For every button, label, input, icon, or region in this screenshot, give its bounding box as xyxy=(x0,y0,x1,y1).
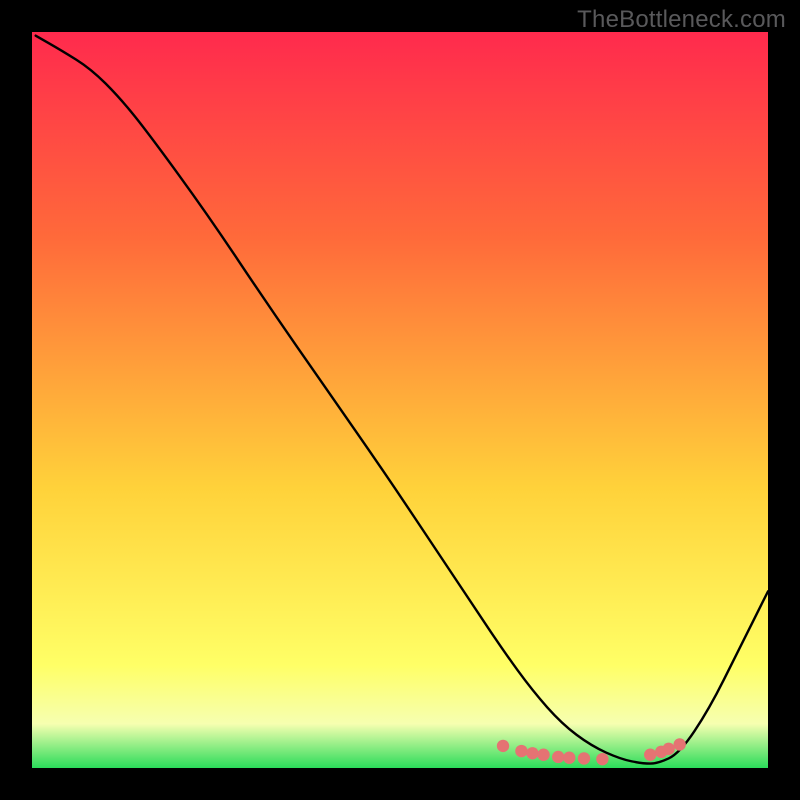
trough-dot xyxy=(673,738,685,750)
trough-dot xyxy=(526,747,538,759)
trough-dot xyxy=(537,749,549,761)
trough-dot xyxy=(497,740,509,752)
gradient-background xyxy=(32,32,768,768)
chart-root: TheBottleneck.com xyxy=(0,0,800,800)
trough-dot xyxy=(552,751,564,763)
chart-svg xyxy=(0,0,800,800)
trough-dot xyxy=(578,752,590,764)
trough-dot xyxy=(563,752,575,764)
trough-dot xyxy=(644,749,656,761)
trough-dot xyxy=(515,745,527,757)
trough-dot xyxy=(662,743,674,755)
trough-dot xyxy=(596,753,608,765)
